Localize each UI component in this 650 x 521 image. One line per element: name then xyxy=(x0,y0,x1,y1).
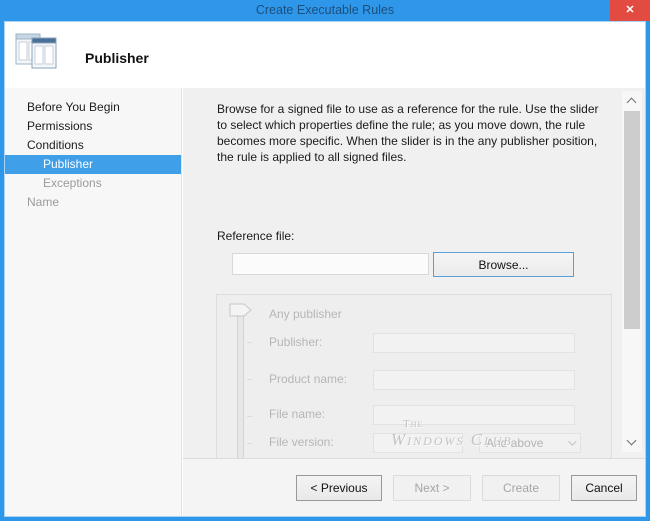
window-body: Publisher Before You Begin Permissions C… xyxy=(5,22,645,516)
reference-file-label: Reference file: xyxy=(217,229,295,243)
file-name-label: File name: xyxy=(269,407,326,421)
scroll-down-icon[interactable] xyxy=(626,435,637,446)
create-executable-rules-dialog: Create Executable Rules ✕ Publisher Befo… xyxy=(0,0,650,521)
sidebar-item-publisher[interactable]: Publisher xyxy=(5,155,181,174)
file-version-scope-dropdown: And above xyxy=(479,433,581,453)
slider-tick xyxy=(247,416,252,417)
wizard-header: Publisher xyxy=(5,22,645,88)
file-version-label: File version: xyxy=(269,435,334,449)
sidebar-item-name[interactable]: Name xyxy=(5,193,181,212)
sidebar-item-before-you-begin[interactable]: Before You Begin xyxy=(5,98,181,117)
window-title: Create Executable Rules xyxy=(255,3,395,17)
scroll-up-icon[interactable] xyxy=(626,97,637,108)
product-name-input xyxy=(373,370,575,390)
wizard-windows-icon xyxy=(15,33,57,69)
slider-tick xyxy=(247,342,252,343)
instructions-text: Browse for a signed file to use as a ref… xyxy=(217,102,599,164)
close-button[interactable]: ✕ xyxy=(610,0,650,21)
content-scrollbar[interactable] xyxy=(622,91,642,452)
scrollbar-thumb[interactable] xyxy=(624,111,640,329)
browse-button[interactable]: Browse... xyxy=(433,252,574,277)
specificity-slider-thumb[interactable] xyxy=(229,303,253,317)
titlebar[interactable]: Create Executable Rules ✕ xyxy=(0,0,650,22)
sidebar-item-permissions[interactable]: Permissions xyxy=(5,117,181,136)
any-publisher-label: Any publisher xyxy=(269,307,342,321)
wizard-footer: < Previous Next > Create Cancel xyxy=(183,458,645,516)
product-name-label: Product name: xyxy=(269,372,348,386)
file-version-scope-value: And above xyxy=(486,436,544,450)
chevron-down-icon xyxy=(568,437,577,446)
sidebar-item-exceptions[interactable]: Exceptions xyxy=(5,174,181,193)
create-button[interactable]: Create xyxy=(482,474,560,501)
previous-button[interactable]: < Previous xyxy=(296,474,382,501)
file-version-input xyxy=(373,433,463,453)
publisher-input xyxy=(373,333,575,353)
sidebar-item-conditions[interactable]: Conditions xyxy=(5,136,181,155)
publisher-label: Publisher: xyxy=(269,335,323,349)
wizard-steps-sidebar: Before You Begin Permissions Conditions … xyxy=(5,88,182,516)
slider-tick xyxy=(247,379,252,380)
wizard-content: Browse for a signed file to use as a ref… xyxy=(183,88,645,458)
specificity-slider-track[interactable] xyxy=(237,311,244,458)
publisher-properties-group: Any publisher Publisher: Product name: F… xyxy=(216,294,612,458)
next-button[interactable]: Next > xyxy=(393,474,471,501)
page-title: Publisher xyxy=(85,50,149,66)
close-icon: ✕ xyxy=(625,4,635,16)
file-name-input xyxy=(373,405,575,425)
reference-file-input[interactable] xyxy=(232,253,429,275)
slider-tick xyxy=(247,443,252,444)
cancel-button[interactable]: Cancel xyxy=(571,474,637,501)
